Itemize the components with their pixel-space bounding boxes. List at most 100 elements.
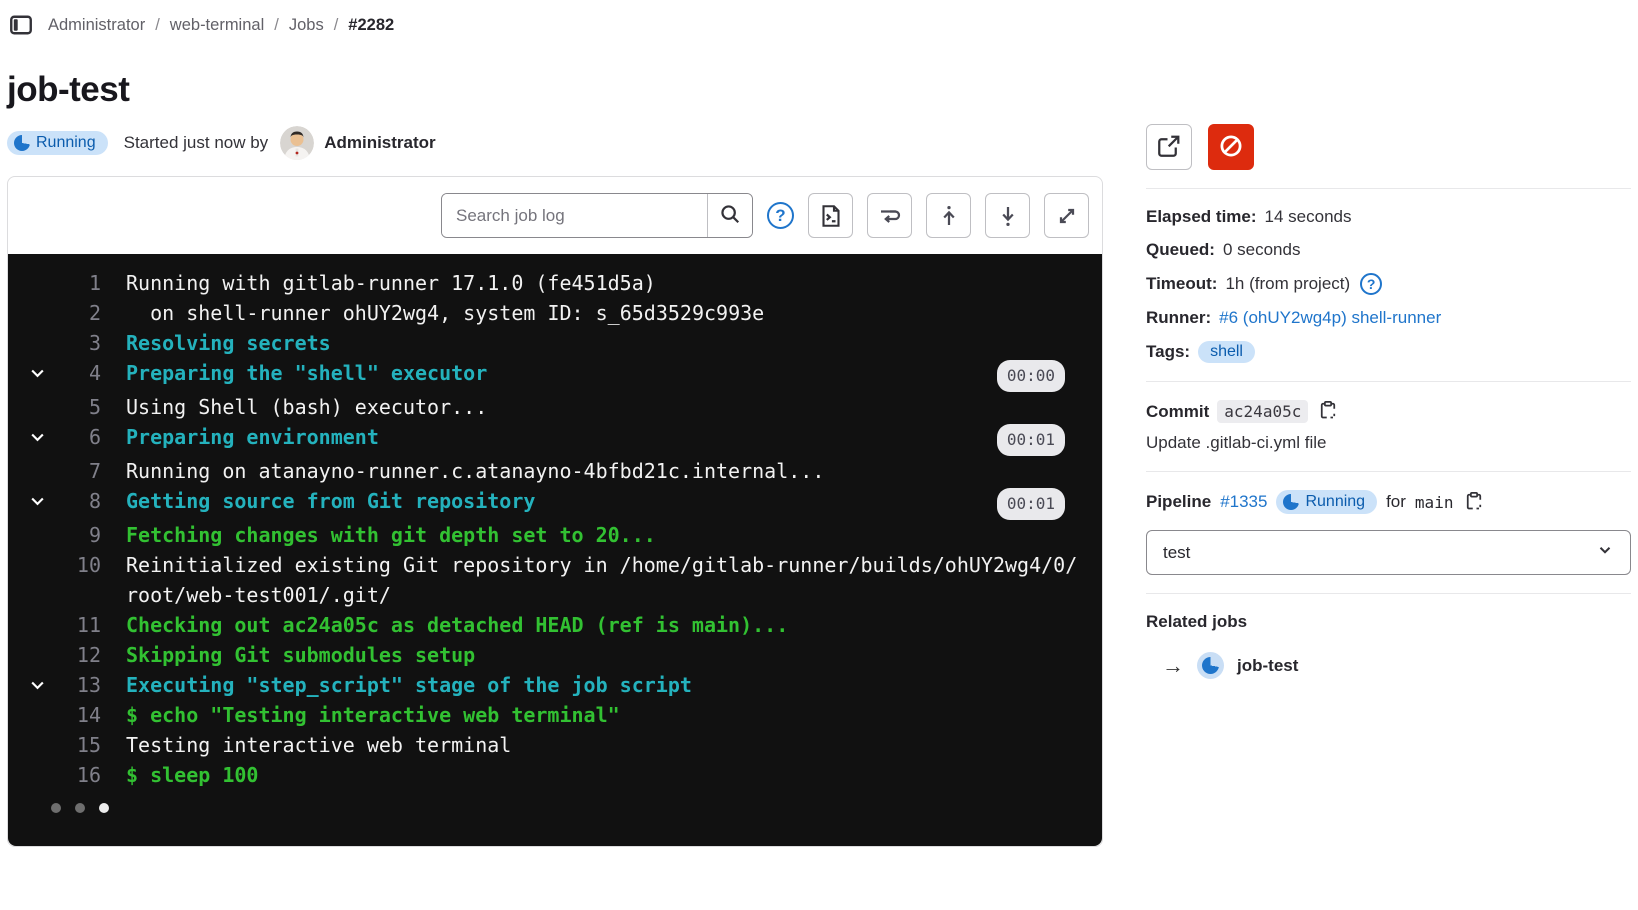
log-line-number[interactable]: 8 xyxy=(47,486,101,516)
collapse-section-icon[interactable] xyxy=(8,670,47,700)
tags-label: Tags: xyxy=(1146,342,1190,362)
collapse-section-icon[interactable] xyxy=(8,422,47,452)
arrow-spacer xyxy=(8,610,47,640)
log-line-number[interactable]: 12 xyxy=(47,640,101,670)
search-input[interactable] xyxy=(442,194,707,237)
log-line: 12Skipping Git submodules setup xyxy=(8,640,1102,670)
runner-label: Runner: xyxy=(1146,308,1211,328)
avatar[interactable] xyxy=(280,126,314,160)
log-line-text: $ echo "Testing interactive web terminal… xyxy=(126,700,1102,730)
detail-label: Queued: xyxy=(1146,240,1215,260)
scroll-bottom-icon xyxy=(996,204,1020,228)
log-line: 10Reinitialized existing Git repository … xyxy=(8,550,1102,610)
log-line-number[interactable]: 5 xyxy=(47,392,101,422)
log-line-number[interactable]: 10 xyxy=(47,550,101,580)
section-duration-badge: 00:01 xyxy=(997,424,1065,456)
pipeline-row: Pipeline #1335 Running for main xyxy=(1146,490,1631,514)
scroll-bottom-button[interactable] xyxy=(985,193,1030,238)
log-line-number[interactable]: 4 xyxy=(47,358,101,388)
log-line-number[interactable]: 13 xyxy=(47,670,101,700)
log-line-text: on shell-runner ohUY2wg4, system ID: s_6… xyxy=(126,298,1102,328)
log-line-number[interactable]: 1 xyxy=(47,268,101,298)
log-line-number[interactable]: 3 xyxy=(47,328,101,358)
loading-dot xyxy=(99,803,109,813)
loading-dot xyxy=(51,803,61,813)
search-help-icon[interactable]: ? xyxy=(767,202,794,229)
divider xyxy=(1146,593,1631,594)
detail-row: Timeout:1h (from project)? xyxy=(1146,273,1631,295)
arrow-spacer xyxy=(8,760,47,790)
tag-badge[interactable]: shell xyxy=(1198,341,1255,363)
commit-sha[interactable]: ac24a05c xyxy=(1217,400,1308,423)
log-line-text: Resolving secrets xyxy=(126,328,1102,358)
commit-label: Commit xyxy=(1146,402,1209,422)
author-name[interactable]: Administrator xyxy=(324,133,435,153)
arrow-spacer xyxy=(8,730,47,760)
scroll-top-button[interactable] xyxy=(926,193,971,238)
arrow-spacer xyxy=(8,640,47,670)
log-line: 13Executing "step_script" stage of the j… xyxy=(8,670,1102,700)
raw-log-button[interactable] xyxy=(808,193,853,238)
log-line-text: Checking out ac24a05c as detached HEAD (… xyxy=(126,610,1102,640)
pipeline-status-badge[interactable]: Running xyxy=(1276,490,1377,514)
log-line-number[interactable]: 2 xyxy=(47,298,101,328)
log-line-number[interactable]: 6 xyxy=(47,422,101,452)
breadcrumb-link[interactable]: Jobs xyxy=(289,16,324,35)
breadcrumb-link[interactable]: web-terminal xyxy=(170,16,264,35)
fullscreen-icon xyxy=(1055,204,1079,228)
wrap-lines-icon xyxy=(878,204,902,228)
breadcrumb-link[interactable]: Administrator xyxy=(48,16,145,35)
copy-commit-button[interactable] xyxy=(1316,400,1340,423)
log-toolbar: ? xyxy=(8,177,1102,254)
arrow-spacer xyxy=(8,298,47,328)
help-icon[interactable]: ? xyxy=(1360,273,1382,295)
log-loading-dots xyxy=(51,803,109,813)
log-line-text: Fetching changes with git depth set to 2… xyxy=(126,520,1102,550)
breadcrumb-separator: / xyxy=(274,16,279,35)
arrow-spacer xyxy=(8,700,47,730)
log-line-number[interactable]: 11 xyxy=(47,610,101,640)
log-line: 3 Resolving secrets xyxy=(8,328,1102,358)
log-line: 8Getting source from Git repository00:01 xyxy=(8,486,1102,520)
log-line-text: Running with gitlab-runner 17.1.0 (fe451… xyxy=(126,268,1102,298)
arrow-spacer xyxy=(8,456,47,486)
log-line: 11 Checking out ac24a05c as detached HEAD… xyxy=(8,610,1102,640)
scroll-top-icon xyxy=(937,204,961,228)
fullscreen-button[interactable] xyxy=(1044,193,1089,238)
log-line-number[interactable]: 14 xyxy=(47,700,101,730)
log-line-number[interactable]: 15 xyxy=(47,730,101,760)
sidebar-toggle-icon[interactable] xyxy=(8,12,34,38)
pipeline-ref[interactable]: main xyxy=(1415,493,1454,512)
log-line-text: Getting source from Git repository xyxy=(126,486,997,516)
log-line-text: Testing interactive web terminal xyxy=(126,730,1102,760)
stage-dropdown[interactable]: test xyxy=(1146,530,1631,575)
log-line-number[interactable]: 9 xyxy=(47,520,101,550)
collapse-section-icon[interactable] xyxy=(8,486,47,516)
open-new-tab-button[interactable] xyxy=(1146,124,1192,170)
copy-icon xyxy=(1318,400,1338,423)
related-jobs-title: Related jobs xyxy=(1146,612,1631,632)
job-status-row: Running Started just now by Administrato… xyxy=(7,126,1103,160)
divider xyxy=(1146,471,1631,472)
cancel-icon xyxy=(1218,133,1244,162)
copy-ref-button[interactable] xyxy=(1462,491,1486,514)
breadcrumb-current: #2282 xyxy=(348,16,394,35)
runner-link[interactable]: #6 (ohUY2wg4p) shell-runner xyxy=(1219,308,1441,328)
log-line-number[interactable]: 7 xyxy=(47,456,101,486)
related-job-item[interactable]: →job-test xyxy=(1146,652,1631,679)
status-badge-label: Running xyxy=(36,134,96,152)
page-title: job-test xyxy=(7,70,1103,110)
stage-dropdown-value: test xyxy=(1163,543,1190,563)
status-badge[interactable]: Running xyxy=(7,131,108,155)
arrow-spacer xyxy=(8,268,47,298)
loading-dot xyxy=(75,803,85,813)
log-line-number[interactable]: 16 xyxy=(47,760,101,790)
search-button[interactable] xyxy=(707,194,752,237)
collapse-section-icon[interactable] xyxy=(8,358,47,388)
wrap-lines-button[interactable] xyxy=(867,193,912,238)
pipeline-status-label: Running xyxy=(1305,493,1365,511)
pipeline-link[interactable]: #1335 xyxy=(1220,492,1267,512)
cancel-job-button[interactable] xyxy=(1208,124,1254,170)
breadcrumb-links: Administrator/web-terminal/Jobs/#2282 xyxy=(48,16,394,35)
related-job-name: job-test xyxy=(1237,656,1298,676)
